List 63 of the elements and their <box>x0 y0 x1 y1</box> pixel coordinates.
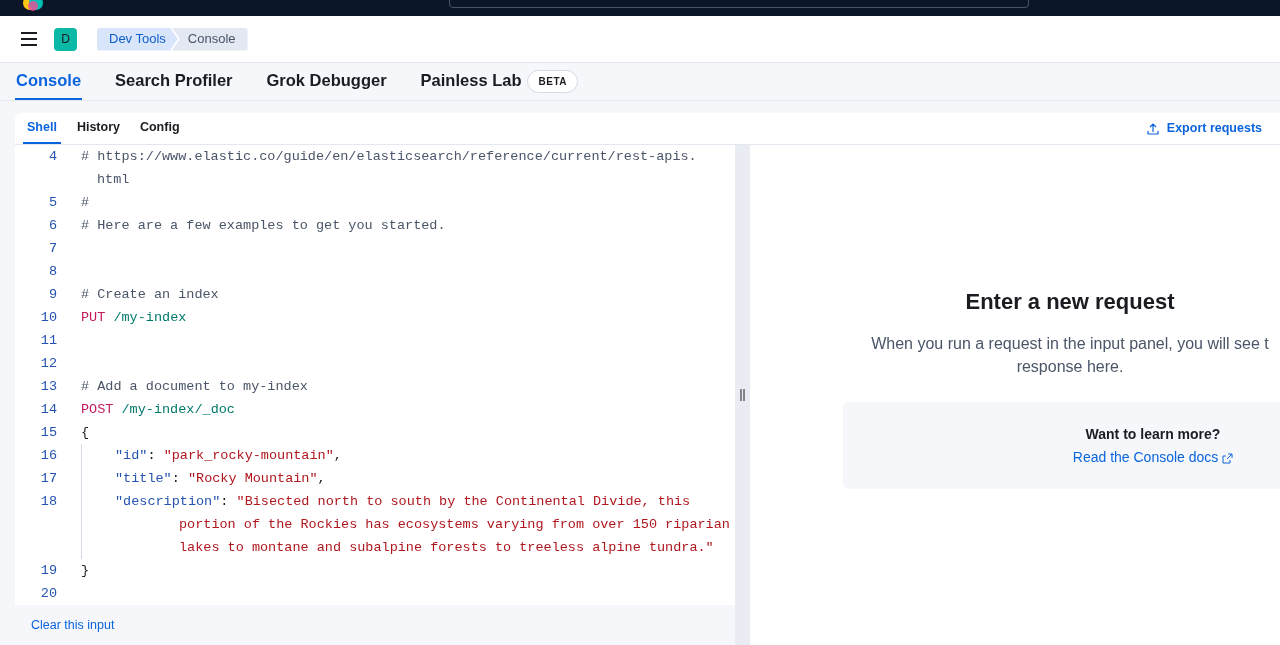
code-token: # Create an index <box>81 287 219 302</box>
upload-icon <box>1146 122 1159 135</box>
code-token: lakes to montane and subalpine forests to treeless alpine tundra." <box>179 540 714 555</box>
code-token: # Add a document to my-index <box>81 379 308 394</box>
app-tab[interactable]: Search Profiler <box>114 62 234 100</box>
code-token: : <box>220 494 229 509</box>
code-token: { <box>81 425 90 440</box>
app-tab[interactable]: Grok Debugger <box>265 62 388 100</box>
line-number: 13 <box>39 378 57 396</box>
learn-more-title: Want to learn more? <box>1084 425 1222 444</box>
code-token: "Rocky Mountain" <box>187 471 318 486</box>
line-number: 5 <box>47 194 57 212</box>
code-token: POST <box>81 402 114 417</box>
line-number: 17 <box>39 470 57 488</box>
beta-badge: BETA <box>527 69 578 93</box>
app-tab[interactable]: Painless Lab <box>419 62 523 100</box>
code-token: html <box>97 172 130 187</box>
shell-tab[interactable]: History <box>72 112 124 144</box>
empty-state-text: When you run a request in the input panel, you will see t response here. <box>870 334 1270 377</box>
app-tab[interactable]: Console <box>15 62 83 100</box>
line-number: 16 <box>39 447 57 465</box>
code-token: /my-index/_doc <box>121 402 235 417</box>
shell-tab[interactable]: Config <box>135 112 184 144</box>
code-token: } <box>81 563 90 578</box>
line-number: 10 <box>39 309 57 327</box>
breadcrumb[interactable]: Console <box>171 27 248 51</box>
code-token: # https://www.elastic.co/guide/en/elasticsearch/reference/current/rest-apis. <box>81 149 697 164</box>
resize-handle-icon[interactable] <box>740 389 745 401</box>
clear-input-link[interactable]: Clear this input <box>31 615 115 635</box>
menu-icon[interactable] <box>20 32 38 46</box>
code-token: , <box>317 471 326 486</box>
code-token: , <box>333 448 342 463</box>
space-avatar[interactable]: D <box>54 27 77 51</box>
code-token: # Here are a few examples to get you started. <box>81 218 446 233</box>
line-number: 4 <box>47 148 57 166</box>
code-token: "description" <box>115 494 221 509</box>
code-token: : <box>171 471 180 486</box>
code-token: : <box>147 448 156 463</box>
line-number: 11 <box>39 332 57 350</box>
line-number: 12 <box>39 355 57 373</box>
line-number: 9 <box>47 286 57 304</box>
line-number: 7 <box>47 240 57 258</box>
external-link-icon <box>1222 452 1234 464</box>
breadcrumb[interactable]: Dev Tools <box>97 27 178 51</box>
code-token: "title" <box>115 471 172 486</box>
line-number: 19 <box>39 562 57 580</box>
line-number: 6 <box>47 217 57 235</box>
line-number: 15 <box>39 424 57 442</box>
export-requests-button[interactable]: Export requests <box>1140 118 1268 139</box>
empty-state-title: Enter a new request <box>964 288 1176 316</box>
code-token: /my-index <box>113 310 187 325</box>
line-number: 8 <box>47 263 57 281</box>
shell-tab[interactable]: Shell <box>23 112 61 144</box>
line-number: 14 <box>39 401 57 419</box>
code-token: # <box>81 195 90 210</box>
code-token: "Bisected north to south by the Continental Divide, this <box>236 494 691 509</box>
code-token: PUT <box>81 310 106 325</box>
line-number: 18 <box>39 493 57 511</box>
code-token: "id" <box>115 448 148 463</box>
console-docs-link[interactable]: Read the Console docs <box>1072 449 1234 465</box>
line-number: 20 <box>39 585 57 603</box>
code-token: portion of the Rockies has ecosystems varying from over 150 riparian <box>179 517 730 532</box>
code-token: "park_rocky-mountain" <box>163 448 334 463</box>
